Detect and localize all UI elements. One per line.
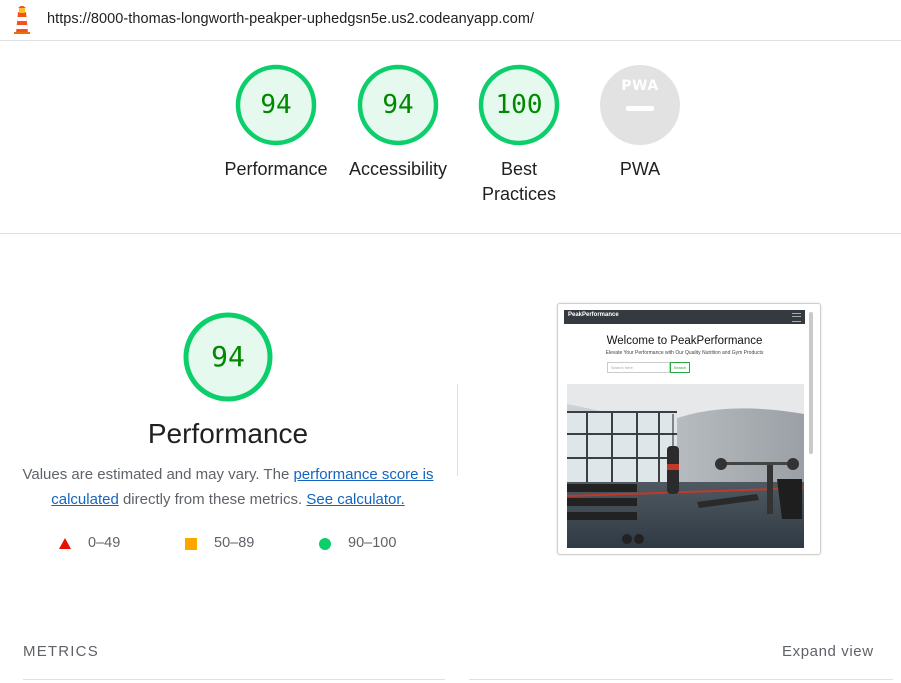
screenshot-search-button: Search [670,362,690,373]
accessibility-label[interactable]: Accessibility [327,157,469,182]
screenshot-brand: PeakPerformance [568,312,619,318]
see-calculator-link[interactable]: See calculator. [306,491,404,508]
average-square-icon [185,538,197,550]
final-screenshot[interactable]: PeakPerformance Welcome to PeakPerforman… [557,303,821,555]
metrics-heading: METRICS [23,643,99,660]
fail-triangle-icon [59,538,71,549]
performance-detail-score: 94 [211,340,245,373]
best-practices-gauge[interactable]: 100 [476,62,562,148]
screenshot-search-input: Search here [607,362,670,373]
pwa-dash-icon [626,106,654,111]
expand-view-button[interactable]: Expand view [782,643,874,660]
performance-label[interactable]: Performance [206,157,346,182]
pwa-badge-text: PWA [621,78,659,94]
accessibility-gauge[interactable]: 94 [355,62,441,148]
pwa-label[interactable]: PWA [590,157,690,182]
screenshot-subtitle: Elevate Your Performance with Our Qualit… [605,350,764,356]
screenshot-heading: Welcome to PeakPerformance [606,335,763,347]
description-text-1: Values are estimated and may vary. The [22,466,294,483]
vertical-divider [457,384,458,476]
performance-score: 94 [260,90,292,120]
accessibility-score: 94 [382,90,414,120]
legend-fail-range: 0–49 [88,535,121,551]
best-practices-label[interactable]: Best Practices [469,157,569,207]
pass-circle-icon [319,538,331,550]
url-bar: https://8000-thomas-longworth-peakper-up… [0,0,901,41]
best-practices-score: 100 [495,90,543,120]
page-url[interactable]: https://8000-thomas-longworth-peakper-up… [47,11,534,27]
gym-hero-image [567,384,804,548]
metrics-divider-right [469,679,893,680]
description-text-2: directly from these metrics. [118,491,307,508]
section-divider [0,233,901,234]
screenshot-scrollbar [809,312,813,454]
legend-pass-range: 90–100 [348,535,397,551]
legend-average-range: 50–89 [214,535,255,551]
performance-title: Performance [147,418,309,449]
pwa-badge[interactable]: PWA [600,65,680,145]
gym-photo [567,384,804,548]
performance-gauge[interactable]: 94 [233,62,319,148]
hamburger-icon [792,313,801,322]
performance-description: Values are estimated and may vary. The p… [20,462,436,512]
screenshot-navbar: PeakPerformance [564,310,805,324]
metrics-divider-left [23,679,445,680]
lighthouse-icon [14,6,30,34]
performance-detail-gauge: 94 [182,311,274,403]
